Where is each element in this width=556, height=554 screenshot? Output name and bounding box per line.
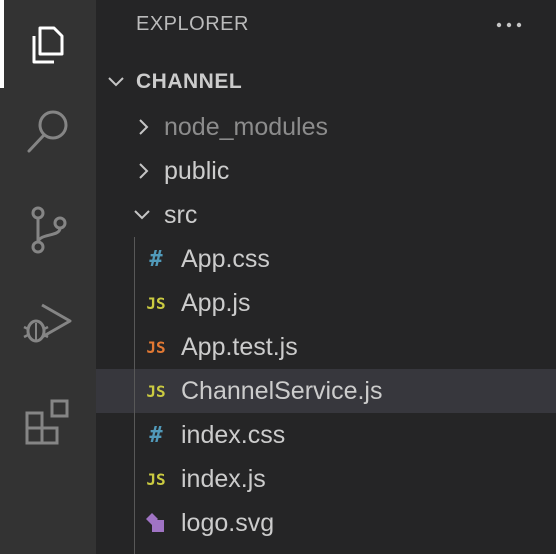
files-icon	[32, 26, 64, 64]
tree-item-label: public	[164, 156, 230, 185]
run-debug-view-button[interactable]	[0, 278, 96, 366]
tree-item-label: index.js	[181, 464, 266, 493]
more-actions-button[interactable]	[494, 12, 524, 38]
js-icon: JS	[146, 469, 166, 489]
css-icon: #	[149, 422, 163, 448]
tree-file-app-css[interactable]: # App.css	[96, 237, 556, 281]
tree-item-label: App.css	[181, 244, 270, 273]
extensions-view-button[interactable]	[0, 378, 96, 466]
tree-item-label: src	[164, 200, 198, 229]
tree-folder-src[interactable]: src	[96, 193, 556, 237]
tree-item-label: index.css	[181, 420, 286, 449]
tree-file-logo-svg[interactable]: logo.svg	[96, 501, 556, 545]
search-icon	[27, 110, 68, 153]
tree-item-label: App.js	[181, 288, 251, 317]
run-debug-icon	[23, 303, 72, 343]
css-icon: #	[149, 246, 163, 272]
tree-item-label: ChannelService.js	[181, 376, 383, 405]
chevron-right-icon	[134, 117, 154, 137]
tree-file-channelservice-js[interactable]: JS ChannelService.js	[96, 369, 556, 413]
tree-folder-node-modules[interactable]: node_modules	[96, 105, 556, 149]
js-icon: JS	[146, 293, 166, 313]
chevron-down-icon	[106, 72, 126, 92]
tree-file-app-js[interactable]: JS App.js	[96, 281, 556, 325]
js-icon: JS	[146, 381, 166, 401]
tree-item-label: CHANNEL	[136, 70, 243, 93]
chevron-down-icon	[132, 205, 152, 225]
tree-item-label: node_modules	[164, 112, 329, 141]
source-control-view-button[interactable]	[0, 186, 96, 274]
js-test-icon: JS	[146, 337, 166, 357]
tree-file-index-css[interactable]: # index.css	[96, 413, 556, 457]
tree-folder-public[interactable]: public	[96, 149, 556, 193]
sidebar-header: EXPLORER	[96, 0, 556, 52]
tree-item-label: logo.svg	[181, 508, 275, 537]
tree-file-app-test-js[interactable]: JS App.test.js	[96, 325, 556, 369]
explorer-view-button[interactable]	[0, 0, 96, 88]
tree-item-label: App.test.js	[181, 332, 298, 361]
search-view-button[interactable]	[0, 88, 96, 176]
chevron-right-icon	[134, 161, 154, 181]
explorer-sidebar: EXPLORER CHANNEL node_modules public src…	[96, 0, 556, 554]
svg-icon	[144, 511, 168, 535]
ellipsis-icon	[496, 22, 522, 28]
activity-bar	[0, 0, 96, 554]
indent-guide	[134, 237, 135, 554]
source-control-icon	[31, 206, 67, 254]
tree-root-channel[interactable]: CHANNEL	[96, 60, 556, 104]
sidebar-title: EXPLORER	[136, 13, 249, 35]
extensions-icon	[25, 399, 69, 445]
tree-file-index-js[interactable]: JS index.js	[96, 457, 556, 501]
